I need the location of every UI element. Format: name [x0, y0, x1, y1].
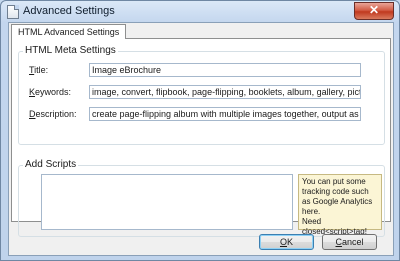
close-icon: ✕ — [368, 3, 380, 17]
close-button[interactable]: ✕ — [354, 2, 394, 20]
keywords-label: Keywords: — [29, 87, 71, 97]
ok-button[interactable]: OK — [259, 234, 314, 250]
window-title: Advanced Settings — [23, 5, 115, 17]
cancel-button[interactable]: Cancel — [322, 234, 377, 250]
dialog-client-area: HTML Advanced Settings HTML Meta Setting… — [8, 22, 394, 256]
tab-html-advanced-settings[interactable]: HTML Advanced Settings — [11, 24, 127, 39]
document-icon — [7, 5, 19, 19]
ok-accel: O — [279, 237, 287, 247]
description-input[interactable]: create page-flipping album with multiple… — [89, 107, 361, 121]
keywords-label-rest: eywords: — [35, 87, 72, 97]
ok-rest: K — [287, 237, 294, 247]
hint-text: You can put some tracking code such as G… — [302, 177, 373, 216]
title-input[interactable]: Image eBrochure — [89, 63, 361, 77]
scripts-textarea[interactable] — [41, 174, 293, 230]
scripts-hint: You can put some tracking code such as G… — [298, 174, 382, 236]
html-meta-settings-group: HTML Meta Settings Title: Image eBrochur… — [18, 45, 385, 145]
group-legend: HTML Meta Settings — [23, 45, 118, 56]
advanced-settings-window: Advanced Settings ✕ HTML Advanced Settin… — [0, 0, 400, 261]
tab-panel: HTML Meta Settings Title: Image eBrochur… — [11, 38, 391, 237]
add-scripts-group: Add Scripts You can put some tracking co… — [18, 159, 385, 237]
cancel-rest: ancel — [341, 237, 364, 247]
description-label-rest: escription: — [35, 109, 77, 119]
keywords-input[interactable]: image, convert, flipbook, page-flipping,… — [89, 85, 361, 99]
description-label: Description: — [29, 109, 77, 119]
title-label: Title: — [29, 65, 48, 75]
title-bar[interactable]: Advanced Settings ✕ — [1, 1, 399, 21]
title-label-rest: itle: — [34, 65, 49, 75]
group-legend: Add Scripts — [23, 159, 79, 170]
